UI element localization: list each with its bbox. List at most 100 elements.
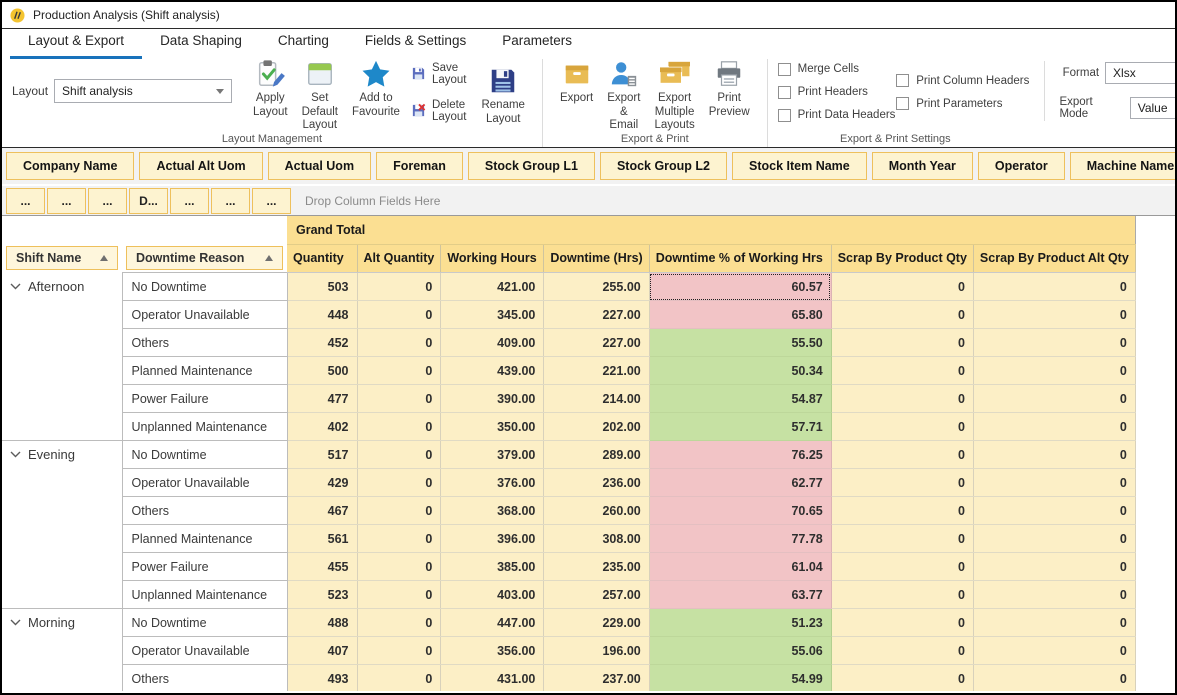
data-cell[interactable]: 0 — [357, 329, 441, 357]
column-header-scrap-by-product-qty[interactable]: Scrap By Product Qty — [831, 244, 973, 273]
add-to-favourite-button[interactable]: Add to Favourite — [345, 56, 407, 136]
data-cell[interactable]: 0 — [831, 665, 973, 692]
data-cell[interactable]: 260.00 — [544, 497, 649, 525]
data-cell[interactable]: 0 — [357, 525, 441, 553]
save-layout-button[interactable]: Save Layout — [411, 62, 467, 86]
data-cell[interactable]: 407 — [287, 637, 357, 665]
data-cell[interactable]: 0 — [973, 637, 1135, 665]
data-cell[interactable]: 55.50 — [649, 329, 831, 357]
downtime-reason-cell[interactable]: Planned Maintenance — [122, 357, 287, 385]
data-cell[interactable]: 350.00 — [441, 413, 544, 441]
data-cell[interactable]: 0 — [973, 413, 1135, 441]
merge-cells-checkbox[interactable]: Merge Cells — [778, 63, 897, 76]
data-cell[interactable]: 0 — [831, 469, 973, 497]
data-cell[interactable]: 202.00 — [544, 413, 649, 441]
collapse-chevron-icon[interactable] — [10, 619, 21, 626]
column-chip-5[interactable]: ... — [211, 188, 250, 214]
data-cell[interactable]: 409.00 — [441, 329, 544, 357]
collapse-chevron-icon[interactable] — [10, 451, 21, 458]
export-mode-dropdown[interactable]: Value — [1130, 97, 1177, 119]
data-cell[interactable]: 63.77 — [649, 581, 831, 609]
filter-field-stock-group-l2[interactable]: Stock Group L2 — [600, 152, 727, 180]
column-header-downtime-of-working-hrs[interactable]: Downtime % of Working Hrs — [649, 244, 831, 273]
downtime-reason-cell[interactable]: Operator Unavailable — [122, 301, 287, 329]
data-cell[interactable]: 385.00 — [441, 553, 544, 581]
column-header-quantity[interactable]: Quantity — [287, 244, 357, 273]
export-multiple-layouts-button[interactable]: Export Multiple Layouts — [647, 56, 701, 136]
data-cell[interactable]: 0 — [357, 665, 441, 692]
downtime-reason-cell[interactable]: No Downtime — [122, 609, 287, 637]
data-cell[interactable]: 379.00 — [441, 441, 544, 469]
data-cell[interactable]: 0 — [831, 273, 973, 301]
data-cell[interactable]: 257.00 — [544, 581, 649, 609]
downtime-reason-cell[interactable]: Unplanned Maintenance — [122, 413, 287, 441]
data-cell[interactable]: 308.00 — [544, 525, 649, 553]
filter-field-stock-group-l1[interactable]: Stock Group L1 — [468, 152, 595, 180]
data-cell[interactable]: 214.00 — [544, 385, 649, 413]
data-cell[interactable]: 0 — [831, 413, 973, 441]
column-chip-0[interactable]: ... — [6, 188, 45, 214]
filter-field-month-year[interactable]: Month Year — [872, 152, 973, 180]
data-cell[interactable]: 0 — [973, 609, 1135, 637]
column-chip-3[interactable]: D... — [129, 188, 168, 214]
tab-data-shaping[interactable]: Data Shaping — [142, 29, 260, 59]
data-cell[interactable]: 396.00 — [441, 525, 544, 553]
data-cell[interactable]: 0 — [357, 273, 441, 301]
tab-layout-export[interactable]: Layout & Export — [10, 29, 142, 59]
data-cell[interactable]: 0 — [973, 273, 1135, 301]
column-header-working-hours[interactable]: Working Hours — [441, 244, 544, 273]
print-parameters-checkbox[interactable]: Print Parameters — [896, 97, 1044, 110]
data-cell[interactable]: 455 — [287, 553, 357, 581]
data-cell[interactable]: 493 — [287, 665, 357, 692]
column-header-scrap-by-product-alt-qty[interactable]: Scrap By Product Alt Qty — [973, 244, 1135, 273]
data-cell[interactable]: 0 — [831, 301, 973, 329]
data-cell[interactable]: 0 — [831, 609, 973, 637]
column-header-downtime-hrs[interactable]: Downtime (Hrs) — [544, 244, 649, 273]
data-cell[interactable]: 54.99 — [649, 665, 831, 692]
shift-group-morning[interactable]: Morning — [2, 609, 122, 692]
downtime-reason-cell[interactable]: Operator Unavailable — [122, 637, 287, 665]
downtime-reason-cell[interactable]: Planned Maintenance — [122, 525, 287, 553]
row-field-shift-name[interactable]: Shift Name — [6, 246, 118, 270]
data-cell[interactable]: 0 — [973, 441, 1135, 469]
data-cell[interactable]: 0 — [973, 581, 1135, 609]
data-cell[interactable]: 65.80 — [649, 301, 831, 329]
rename-layout-button[interactable]: Rename Layout — [474, 63, 531, 129]
data-cell[interactable]: 51.23 — [649, 609, 831, 637]
data-cell[interactable]: 431.00 — [441, 665, 544, 692]
filter-field-company-name[interactable]: Company Name — [6, 152, 134, 180]
data-cell[interactable]: 61.04 — [649, 553, 831, 581]
downtime-reason-cell[interactable]: Power Failure — [122, 553, 287, 581]
data-cell[interactable]: 70.65 — [649, 497, 831, 525]
column-chip-6[interactable]: ... — [252, 188, 291, 214]
data-cell[interactable]: 0 — [357, 441, 441, 469]
data-cell[interactable]: 227.00 — [544, 329, 649, 357]
print-headers-checkbox[interactable]: Print Headers — [778, 86, 897, 99]
filter-field-actual-uom[interactable]: Actual Uom — [268, 152, 371, 180]
data-cell[interactable]: 0 — [357, 553, 441, 581]
layout-dropdown[interactable]: Shift analysis — [54, 79, 232, 103]
data-cell[interactable]: 500 — [287, 357, 357, 385]
data-cell[interactable]: 229.00 — [544, 609, 649, 637]
data-cell[interactable]: 448 — [287, 301, 357, 329]
data-cell[interactable]: 561 — [287, 525, 357, 553]
data-cell[interactable]: 477 — [287, 385, 357, 413]
column-chip-1[interactable]: ... — [47, 188, 86, 214]
data-cell[interactable]: 0 — [357, 637, 441, 665]
downtime-reason-cell[interactable]: Unplanned Maintenance — [122, 581, 287, 609]
delete-layout-button[interactable]: Delete Layout — [411, 99, 467, 123]
filter-field-stock-item-name[interactable]: Stock Item Name — [732, 152, 867, 180]
tab-fields-settings[interactable]: Fields & Settings — [347, 29, 484, 59]
data-cell[interactable]: 421.00 — [441, 273, 544, 301]
data-cell[interactable]: 0 — [357, 301, 441, 329]
print-column-headers-checkbox[interactable]: Print Column Headers — [896, 74, 1044, 87]
downtime-reason-cell[interactable]: No Downtime — [122, 441, 287, 469]
data-cell[interactable]: 0 — [973, 357, 1135, 385]
data-cell[interactable]: 0 — [357, 413, 441, 441]
data-cell[interactable]: 390.00 — [441, 385, 544, 413]
data-cell[interactable]: 236.00 — [544, 469, 649, 497]
data-cell[interactable]: 237.00 — [544, 665, 649, 692]
data-cell[interactable]: 488 — [287, 609, 357, 637]
downtime-reason-cell[interactable]: Others — [122, 665, 287, 692]
data-cell[interactable]: 0 — [973, 665, 1135, 692]
